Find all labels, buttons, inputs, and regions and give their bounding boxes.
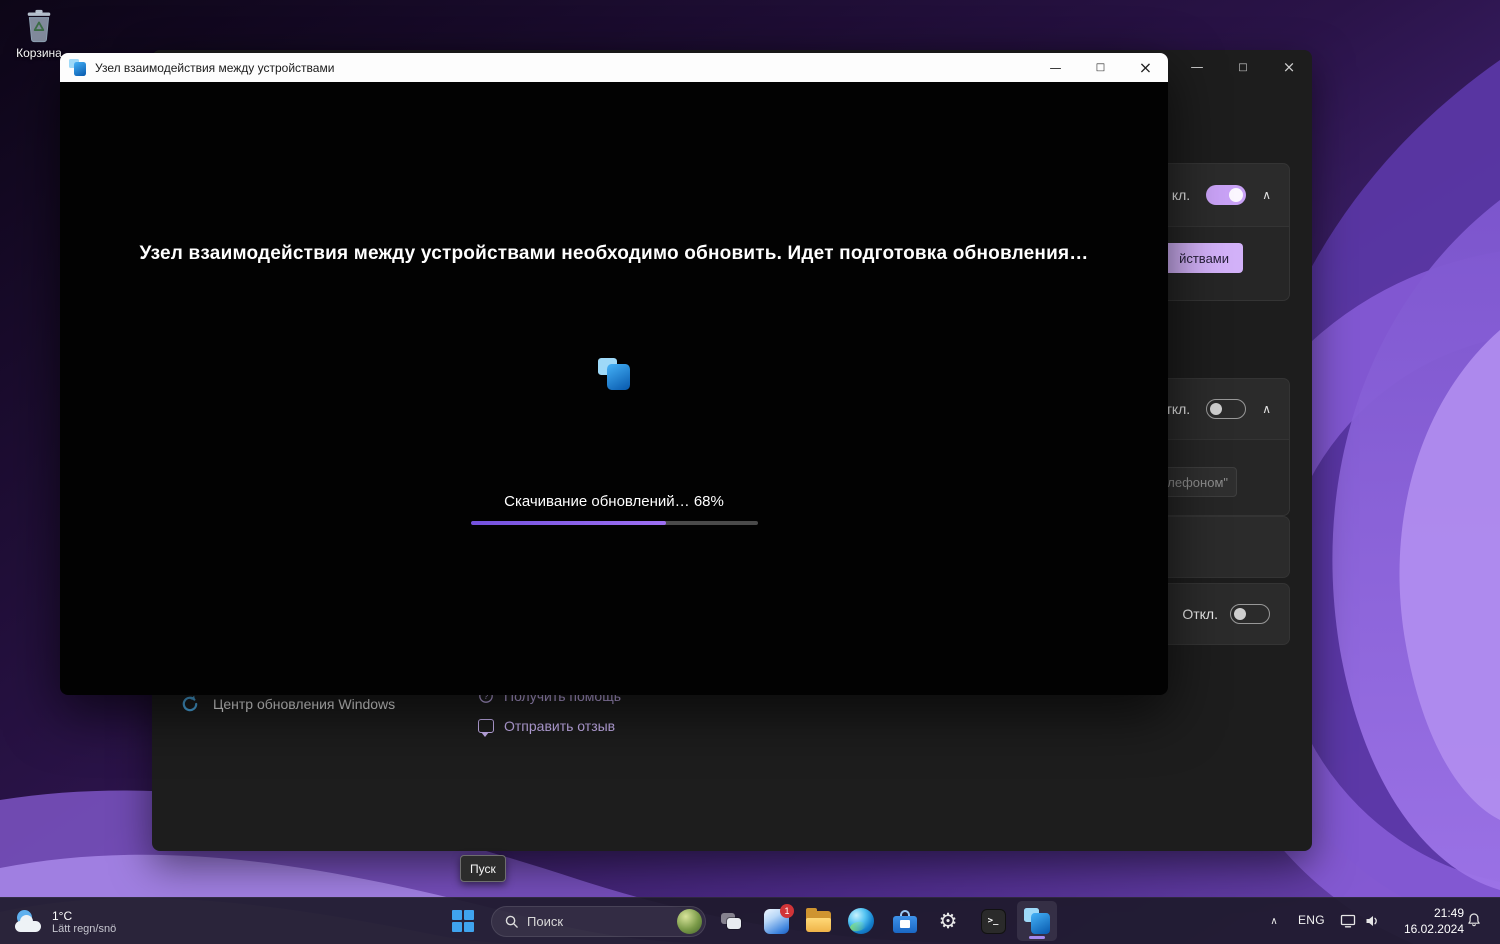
task-view-icon [720, 912, 742, 930]
notification-badge: 1 [780, 904, 794, 918]
search-icon [505, 915, 518, 928]
weather-condition: Lätt regn/snö [52, 922, 117, 935]
start-tooltip: Пуск [460, 855, 506, 882]
toggle-state-label: кл. [1171, 187, 1191, 203]
recycle-bin-icon [27, 9, 51, 43]
toggle-switch[interactable] [1230, 604, 1270, 624]
phone-link-icon [69, 59, 86, 76]
active-app-indicator [1029, 936, 1045, 939]
dialog-minimize-button[interactable]: — [1033, 53, 1078, 82]
weather-icon [14, 909, 44, 935]
recycle-bin[interactable]: Корзина [11, 8, 67, 60]
dialog-body: Узел взаимодействия между устройствами н… [60, 82, 1168, 695]
search-highlight-thumbnail[interactable] [677, 909, 702, 934]
settings-maximize-button[interactable]: □ [1220, 52, 1266, 82]
desktop: Корзина — □ × кл. ∧ йствами ткл. ∧ лефон… [0, 0, 1500, 944]
dialog-progress-text: Скачивание обновлений… 68% [504, 493, 724, 510]
dialog-message: Узел взаимодействия между устройствами н… [139, 243, 1089, 264]
search-box[interactable]: Поиск [491, 906, 706, 937]
volume-icon[interactable] [1364, 913, 1380, 934]
settings-minimize-button[interactable]: — [1174, 52, 1220, 82]
windows-update-link[interactable]: Центр обновления Windows [180, 694, 395, 714]
dialog-title: Узел взаимодействия между устройствами [95, 60, 335, 75]
weather-temperature: 1°C [52, 908, 73, 923]
windows-update-icon [182, 695, 198, 712]
start-button[interactable] [443, 901, 483, 941]
clock[interactable]: 21:49 16.02.2024 [1392, 905, 1464, 937]
gear-icon: ⚙ [938, 908, 958, 933]
tray-chevron-up-icon[interactable]: ∧ [1262, 910, 1286, 932]
chevron-up-icon[interactable]: ∧ [1262, 188, 1271, 202]
weather-widget[interactable]: 1°C Lätt regn/snö [8, 903, 122, 941]
task-view-button[interactable] [711, 901, 751, 941]
settings-close-button[interactable]: × [1266, 52, 1312, 82]
network-icon[interactable] [1340, 913, 1357, 934]
phone-link-button[interactable] [1017, 901, 1057, 941]
terminal-button[interactable]: >_ [973, 901, 1013, 941]
dialog-maximize-button[interactable]: □ [1078, 53, 1123, 82]
settings-caption-buttons: — □ × [1174, 52, 1312, 82]
feedback-icon [478, 719, 494, 737]
toggle-state-label: Откл. [1182, 606, 1218, 622]
toggle-state-label: ткл. [1165, 401, 1191, 417]
dialog-progress-fill [471, 521, 667, 525]
store-icon [893, 909, 917, 933]
phone-link-app-icon [598, 358, 630, 390]
clock-date: 16.02.2024 [1403, 922, 1464, 936]
windows-update-label: Центр обновления Windows [213, 696, 396, 712]
send-feedback-link[interactable]: Отправить отзыв [478, 718, 616, 737]
dialog-progress-bar [471, 521, 758, 525]
recycle-bin-label: Корзина [16, 46, 62, 60]
phone-link-icon [1024, 908, 1050, 934]
dialog-caption-buttons: — □ × [1033, 53, 1168, 82]
dialog-titlebar[interactable]: Узел взаимодействия между устройствами —… [60, 53, 1168, 82]
taskbar: 1°C Lätt regn/snö Поиск 1 ⚙ >_ ∧ ENG 21:… [0, 897, 1500, 944]
toggle-switch[interactable] [1206, 185, 1247, 205]
edge-button[interactable] [841, 901, 881, 941]
chevron-up-icon[interactable]: ∧ [1262, 402, 1271, 416]
toggle-switch[interactable] [1206, 399, 1247, 419]
send-feedback-label: Отправить отзыв [504, 718, 616, 734]
clock-time: 21:49 [1433, 906, 1464, 920]
search-label: Поиск [527, 914, 564, 929]
badged-app-button[interactable]: 1 [756, 901, 796, 941]
settings-button[interactable]: ⚙ [928, 901, 968, 941]
dialog-close-button[interactable]: × [1123, 53, 1168, 82]
edge-icon [848, 908, 874, 934]
file-explorer-button[interactable] [798, 901, 838, 941]
terminal-icon: >_ [980, 908, 1006, 934]
folder-icon [805, 908, 831, 932]
windows-logo-icon [452, 910, 474, 932]
language-indicator[interactable]: ENG [1298, 913, 1325, 927]
notification-bell-icon[interactable] [1466, 912, 1482, 933]
store-button[interactable] [885, 901, 925, 941]
update-dialog: Узел взаимодействия между устройствами —… [60, 53, 1168, 695]
